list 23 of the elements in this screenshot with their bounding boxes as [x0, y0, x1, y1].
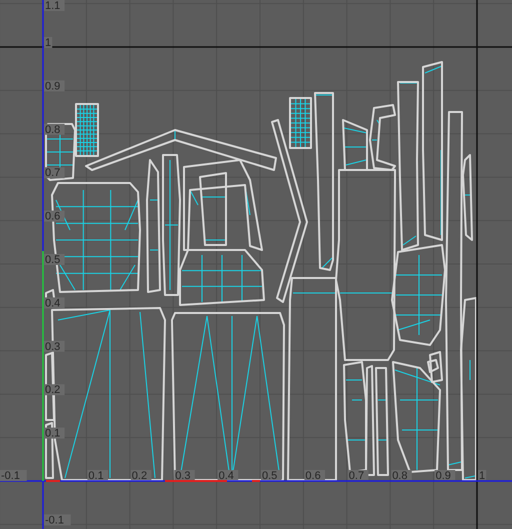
- axis-label: -0.1: [0, 470, 27, 482]
- axis-label: 0.7: [44, 167, 65, 180]
- axis-label: 0.8: [44, 124, 65, 136]
- axis-label: 1: [478, 470, 486, 482]
- axis-label: 0.9: [44, 80, 65, 92]
- axis-label: 0.7: [348, 470, 368, 482]
- axis-label: 0.9: [434, 470, 456, 482]
- axis-label: 0.1: [87, 470, 108, 482]
- axis-label: 0.3: [44, 340, 65, 353]
- axis-label: 0.6: [304, 470, 325, 482]
- axis-label: 1: [44, 37, 52, 49]
- axis-label: 0.4: [218, 470, 238, 482]
- axis-label: 0.3: [174, 470, 195, 482]
- axis-label: 0.5: [261, 470, 282, 482]
- axis-label: 1.1: [44, 0, 65, 12]
- axis-label: 0.2: [44, 384, 65, 396]
- axis-label: 0.4: [44, 297, 65, 310]
- axis-label: 0.1: [44, 428, 65, 440]
- axis-label: 0.5: [44, 254, 65, 266]
- axis-label: 0.6: [44, 210, 65, 223]
- axis-label: 0.8: [391, 470, 412, 482]
- axis-label: 0.2: [130, 470, 152, 482]
- axis-label: -0.1: [44, 514, 71, 526]
